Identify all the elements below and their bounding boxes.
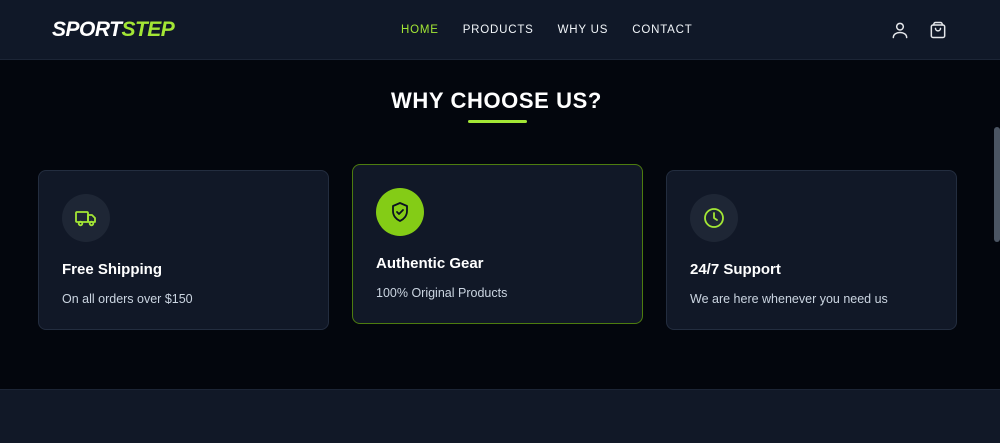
header-actions	[890, 20, 948, 40]
feature-card-title: Authentic Gear	[376, 255, 484, 272]
truck-icon	[62, 194, 110, 242]
feature-card-subtitle: We are here whenever you need us	[690, 292, 888, 306]
feature-card-shipping: Free Shipping On all orders over $150	[38, 170, 329, 330]
brand-logo-part2: STEP	[121, 18, 175, 41]
feature-card-subtitle: 100% Original Products	[376, 286, 508, 300]
next-section	[0, 389, 1000, 443]
feature-card-title: 24/7 Support	[690, 261, 781, 278]
nav-item-why-us[interactable]: WHY US	[558, 23, 609, 37]
user-icon[interactable]	[890, 20, 910, 40]
brand-logo-part1: SPORT	[52, 18, 122, 41]
shopping-bag-icon[interactable]	[928, 20, 948, 40]
title-underline	[468, 120, 527, 123]
nav-item-products[interactable]: PRODUCTS	[463, 23, 534, 37]
nav-item-home[interactable]: HOME	[401, 23, 439, 37]
brand-logo[interactable]: SPORTSTEP	[52, 18, 175, 42]
main-nav: HOME PRODUCTS WHY US CONTACT	[401, 23, 693, 37]
shield-check-icon	[376, 188, 424, 236]
feature-card-support: 24/7 Support We are here whenever you ne…	[666, 170, 957, 330]
top-navbar: SPORTSTEP HOME PRODUCTS WHY US CONTACT	[0, 0, 1000, 60]
nav-item-contact[interactable]: CONTACT	[632, 23, 692, 37]
scrollbar-thumb[interactable]	[994, 127, 1000, 242]
clock-icon	[690, 194, 738, 242]
section-title: WHY CHOOSE US?	[391, 88, 602, 113]
feature-card-subtitle: On all orders over $150	[62, 292, 193, 306]
feature-card-title: Free Shipping	[62, 261, 163, 278]
feature-card-authentic: Authentic Gear 100% Original Products	[352, 164, 643, 324]
